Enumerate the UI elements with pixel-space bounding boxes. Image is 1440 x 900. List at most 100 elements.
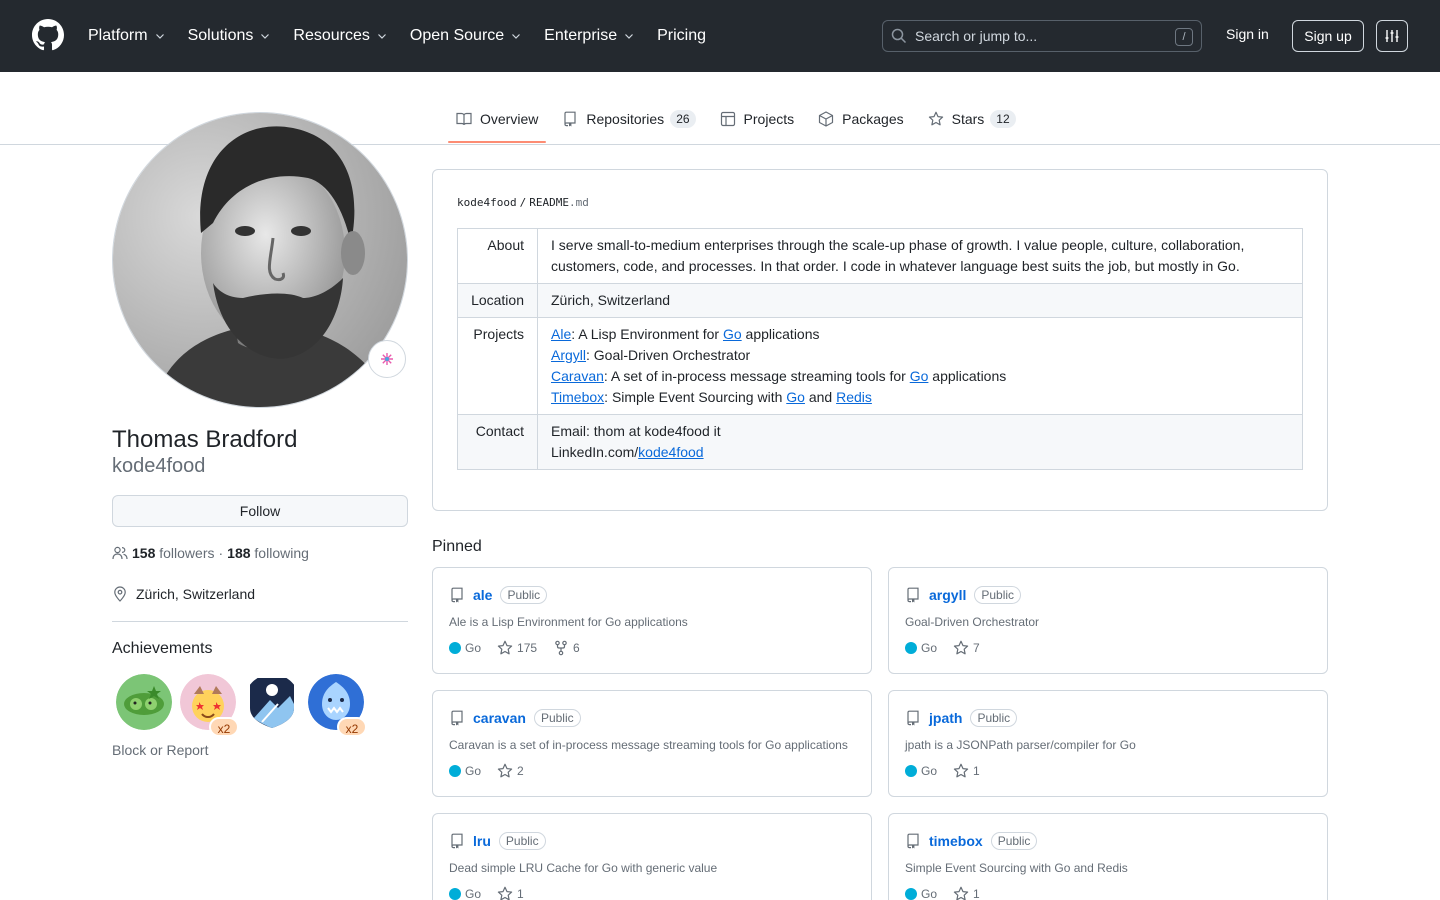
star-count: 7 [973, 641, 980, 655]
search-placeholder: Search or jump to... [915, 28, 1038, 44]
repo-name-link[interactable]: timebox [929, 833, 983, 849]
project-link-timebox[interactable]: Timebox [551, 389, 604, 405]
tab-repositories[interactable]: Repositories 26 [554, 96, 703, 144]
repo-description: Goal-Driven Orchestrator [905, 615, 1040, 629]
repo-description: Ale is a Lisp Environment for Go applica… [449, 615, 688, 629]
search-shortcut-key: / [1175, 28, 1193, 46]
repo-meta: Go 1 [449, 886, 540, 900]
sign-up-button[interactable]: Sign up [1292, 20, 1364, 52]
go-link[interactable]: Go [910, 368, 929, 384]
tab-label: Repositories [586, 111, 665, 127]
following-link[interactable]: 188 following [227, 545, 309, 561]
repo-stars-link[interactable]: 7 [953, 640, 980, 656]
tab-count-badge: 26 [670, 110, 696, 128]
language-name: Go [921, 887, 938, 900]
search-icon [891, 28, 907, 44]
nav-resources[interactable]: Resources [293, 27, 387, 45]
nav-solutions[interactable]: Solutions [188, 27, 272, 45]
book-icon [456, 112, 472, 126]
project-text: : A set of in-process message streaming … [603, 368, 910, 384]
project-text: : Simple Event Sourcing with [604, 389, 787, 405]
repo-description: jpath is a JSONPath parser/compiler for … [905, 738, 1136, 752]
repo-name-link[interactable]: jpath [929, 710, 962, 726]
repo-description: Caravan is a set of in-process message s… [449, 738, 848, 752]
pinned-repo-card: jpath Public jpath is a JSONPath parser/co… [888, 690, 1328, 797]
repo-stars-link[interactable]: 1 [497, 886, 524, 900]
project-link-ale[interactable]: Ale [551, 326, 571, 342]
nav-enterprise[interactable]: Enterprise [544, 27, 635, 45]
table-row: About I serve small-to-medium enterprise… [457, 228, 1303, 284]
language-name: Go [465, 764, 482, 778]
nav-platform[interactable]: Platform [88, 27, 166, 45]
table-row: Location Zürich, Switzerland [457, 283, 1303, 318]
achievements-title: Achievements [112, 640, 213, 657]
star-icon [953, 640, 969, 655]
project-text: : A Lisp Environment for [571, 326, 723, 342]
menu-button[interactable] [1376, 20, 1408, 52]
contact-email: Email: thom at kode4food it [551, 423, 721, 439]
go-link[interactable]: Go [786, 389, 805, 405]
repo-name-link[interactable]: ale [473, 587, 492, 603]
followers-link[interactable]: 158 followers [132, 545, 215, 561]
profile-fullname: Thomas Bradford [112, 426, 298, 453]
search-input[interactable]: Search or jump to... / [882, 20, 1202, 52]
repo-stars-link[interactable]: 2 [497, 763, 524, 779]
readme-owner-link[interactable]: kode4food [457, 196, 517, 209]
star-icon [953, 886, 969, 900]
github-logo-icon[interactable] [32, 19, 64, 51]
pinned-repo-card: lru Public Dead simple LRU Cache for Go wi… [432, 813, 872, 900]
repo-meta: Go 1 [905, 763, 996, 779]
linkedin-link[interactable]: kode4food [638, 444, 703, 460]
repo-name-link[interactable]: lru [473, 833, 491, 849]
table-row: Projects Ale: A Lisp Environment for Go … [457, 317, 1303, 415]
repo-forks-link[interactable]: 6 [553, 640, 580, 656]
contact-value: Email: thom at kode4food it LinkedIn.com… [537, 414, 1303, 470]
project-line: Ale: A Lisp Environment for Go applicati… [551, 324, 1289, 345]
readme-path-separator: / [519, 196, 527, 209]
package-icon [819, 111, 834, 127]
nav-open-source[interactable]: Open Source [410, 27, 522, 45]
tab-packages[interactable]: Packages [810, 96, 911, 144]
language-color-dot [449, 888, 461, 900]
location-value: Zürich, Switzerland [537, 283, 1303, 318]
project-link-argyll[interactable]: Argyll [551, 347, 586, 363]
follow-button[interactable]: Follow [112, 495, 408, 527]
nav-pricing[interactable]: Pricing [657, 27, 706, 45]
repo-stars-link[interactable]: 1 [953, 886, 980, 900]
avatar[interactable] [112, 112, 408, 408]
repo-name-link[interactable]: argyll [929, 587, 966, 603]
repo-language: Go [449, 887, 481, 900]
sidebar-divider [112, 621, 408, 622]
redis-link[interactable]: Redis [836, 389, 872, 405]
repo-card-header: jpath Public [905, 709, 1018, 727]
repo-name-link[interactable]: caravan [473, 710, 526, 726]
repo-meta: Go 2 [449, 763, 540, 779]
go-link[interactable]: Go [723, 326, 742, 342]
language-color-dot [449, 765, 461, 777]
fork-count: 6 [573, 641, 580, 655]
language-color-dot [905, 888, 917, 900]
star-icon [497, 886, 513, 900]
status-emoji-button[interactable] [368, 340, 406, 378]
repo-language: Go [905, 764, 937, 778]
star-count: 1 [973, 887, 980, 900]
visibility-badge: Public [500, 586, 548, 604]
repo-card-header: caravan Public [449, 709, 581, 727]
repo-stars-link[interactable]: 1 [953, 763, 980, 779]
tab-stars[interactable]: Stars 12 [920, 96, 1024, 144]
repo-card-header: ale Public [449, 586, 548, 604]
table-key: About [457, 228, 538, 284]
achievement-multiplier-badge: x2 [337, 717, 367, 737]
nav-label: Resources [293, 27, 370, 44]
sign-in-link[interactable]: Sign in [1226, 26, 1269, 42]
achievement-pair-extraordinaire-icon[interactable] [116, 674, 172, 730]
tab-projects[interactable]: Projects [712, 96, 803, 144]
block-or-report-link[interactable]: Block or Report [112, 742, 208, 758]
tab-overview[interactable]: Overview [448, 96, 547, 144]
repo-description: Dead simple LRU Cache for Go with generi… [449, 861, 718, 875]
project-link-caravan[interactable]: Caravan [551, 368, 604, 384]
repo-language: Go [449, 764, 481, 778]
star-count: 2 [517, 764, 524, 778]
achievement-arctic-code-vault-icon[interactable] [244, 674, 300, 730]
repo-stars-link[interactable]: 175 [497, 640, 537, 656]
